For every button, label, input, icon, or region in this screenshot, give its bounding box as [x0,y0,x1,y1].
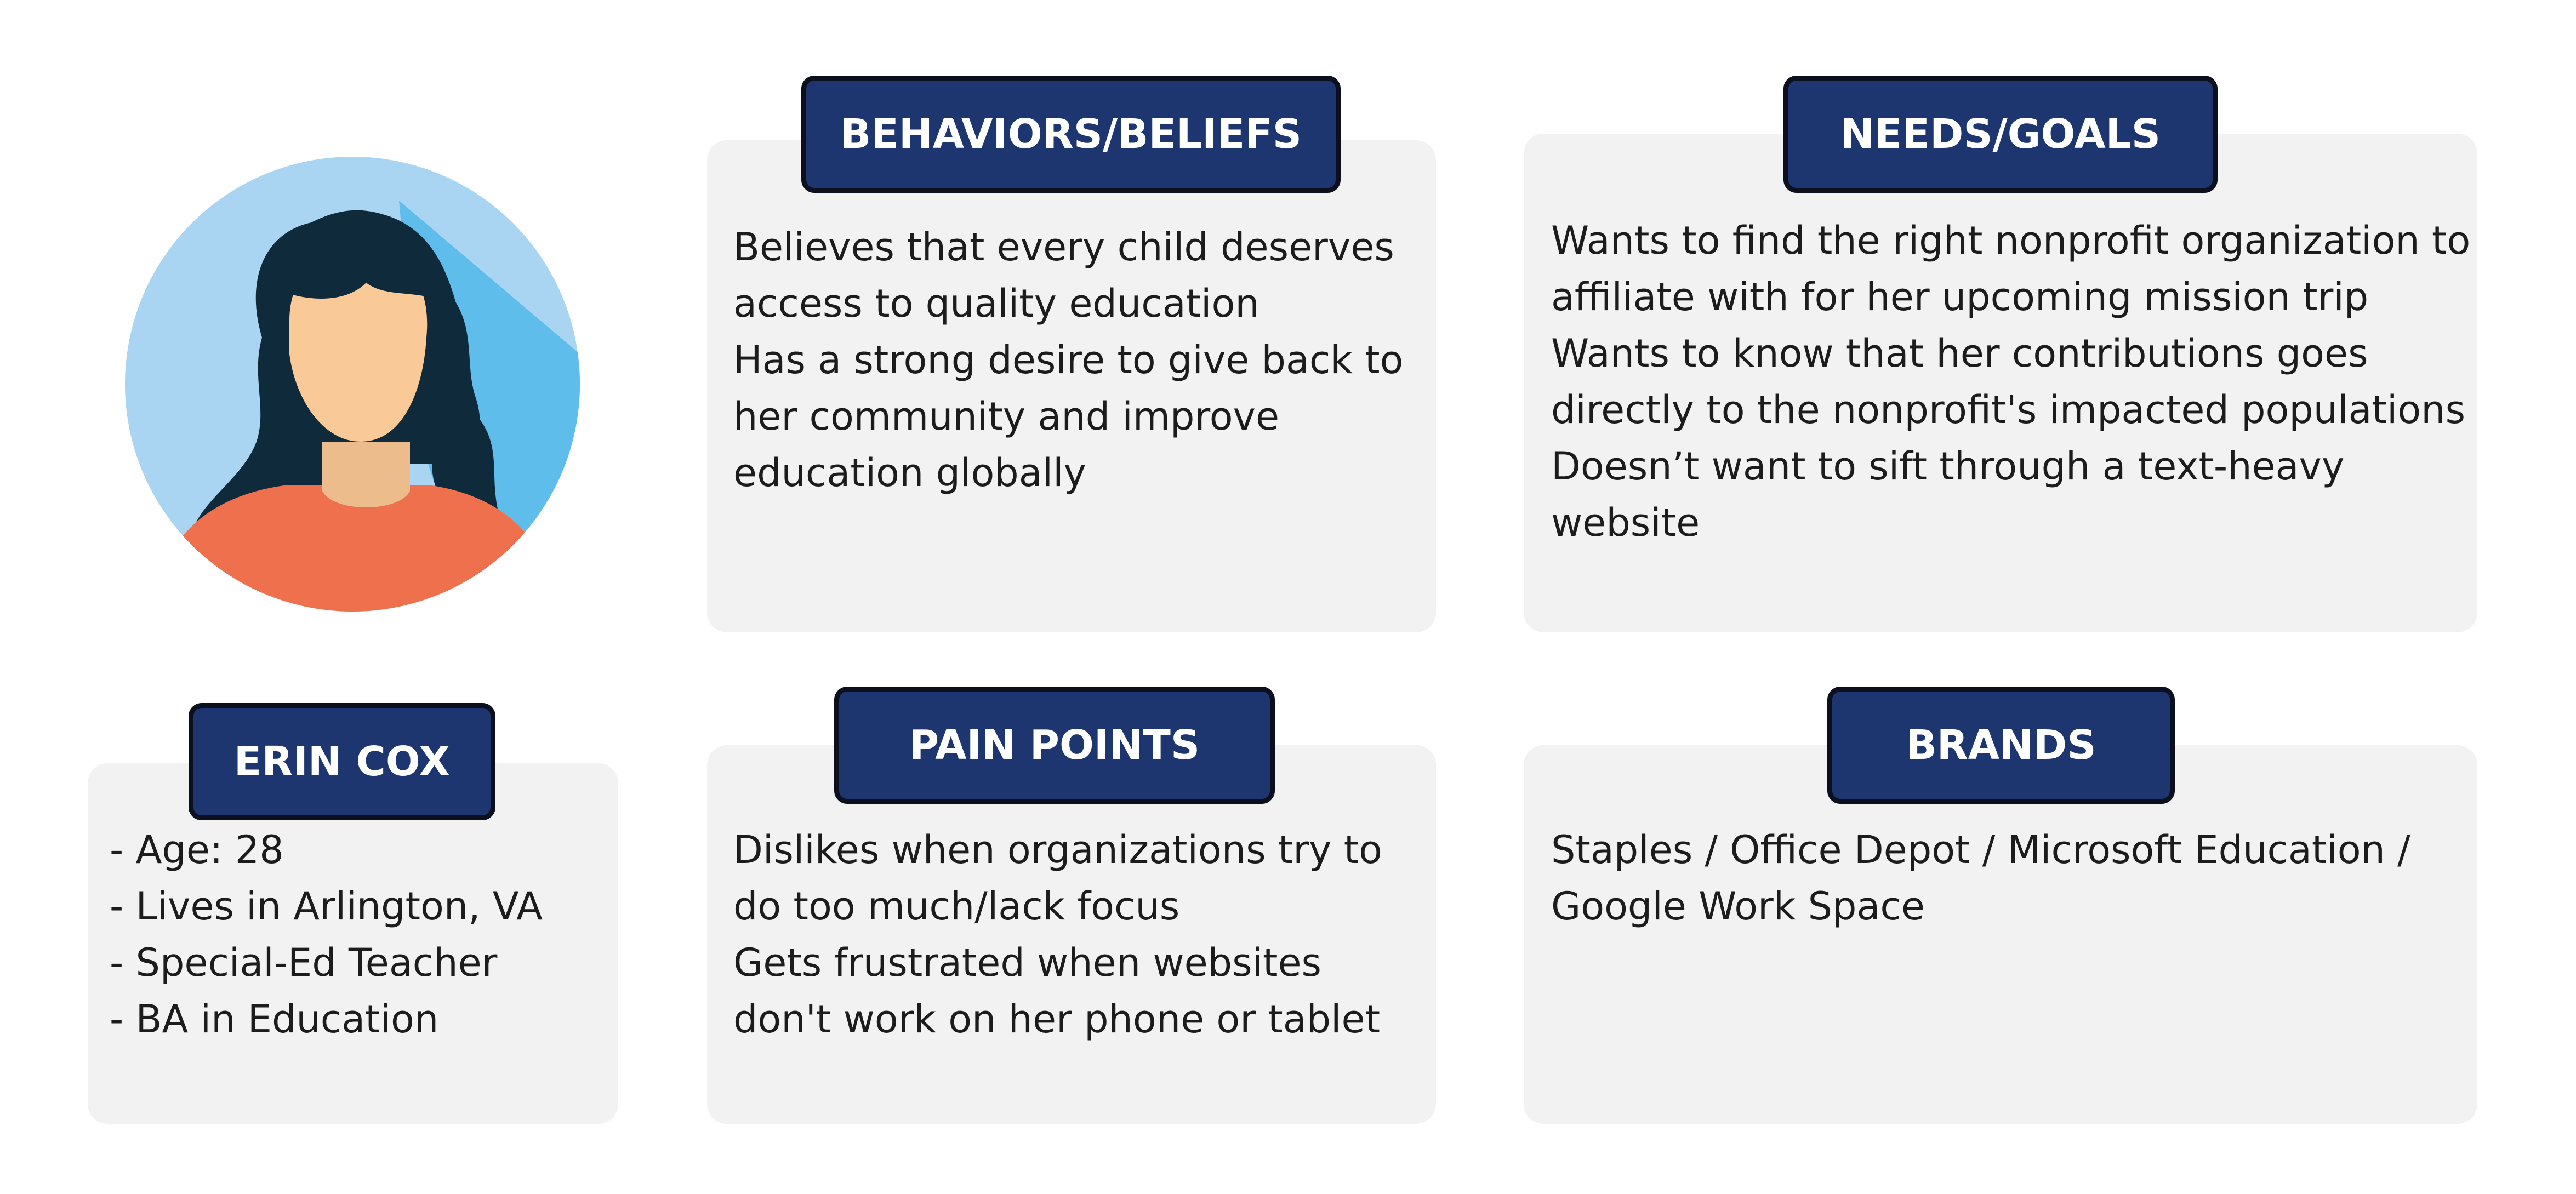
behaviors-title-tag: BEHAVIORS/BELIEFS [801,76,1341,193]
brands-title: BRANDS [1906,722,2096,769]
persona-details: - Age: 28 - Lives in Arlington, VA - Spe… [110,822,543,1048]
brands-line: Staples / Office Depot / Microsoft Educa… [1551,827,2410,872]
behaviors-title: BEHAVIORS/BELIEFS [840,111,1302,158]
persona-name: ERIN COX [233,738,451,785]
persona-detail: - Age: 28 [110,827,284,872]
behaviors-line: access to quality education [733,281,1259,326]
needs-line: directly to the nonprofit's impacted pop… [1551,387,2466,432]
needs-line: affiliate with for her upcoming mission … [1551,275,2369,319]
brands-text: Staples / Office Depot / Microsoft Educa… [1551,822,2410,935]
needs-line: Wants to know that her contributions goe… [1551,331,2368,376]
behaviors-text: Believes that every child deserves acces… [733,219,1403,501]
behaviors-line: her community and improve [733,394,1280,439]
pain-points-text: Dislikes when organizations try to do to… [733,822,1382,1048]
pain-points-line: Gets frustrated when websites [733,940,1322,985]
behaviors-line: education globally [733,450,1086,495]
persona-detail: - BA in Education [110,997,439,1042]
persona-name-tag: ERIN COX [189,703,495,820]
needs-title-tag: NEEDS/GOALS [1783,76,2218,193]
persona-detail: - Lives in Arlington, VA [110,884,543,929]
needs-line: website [1551,500,1700,545]
behaviors-line: Believes that every child deserves [733,225,1394,270]
pain-points-line: don't work on her phone or tablet [733,997,1381,1042]
pain-points-line: Dislikes when organizations try to [733,827,1382,872]
needs-text: Wants to find the right nonprofit organi… [1551,213,2470,551]
needs-line: Wants to find the right nonprofit organi… [1551,218,2471,263]
behaviors-line: Has a strong desire to give back to [733,338,1404,382]
persona-avatar-icon [125,157,580,612]
pain-points-title: PAIN POINTS [909,722,1200,769]
brands-line: Google Work Space [1551,884,1925,929]
needs-title: NEEDS/GOALS [1840,111,2161,158]
pain-points-line: do too much/lack focus [733,884,1180,929]
pain-points-title-tag: PAIN POINTS [834,687,1275,804]
needs-line: Doesn’t want to sift through a text-heav… [1551,444,2345,489]
brands-title-tag: BRANDS [1827,687,2175,804]
persona-detail: - Special-Ed Teacher [110,940,498,985]
